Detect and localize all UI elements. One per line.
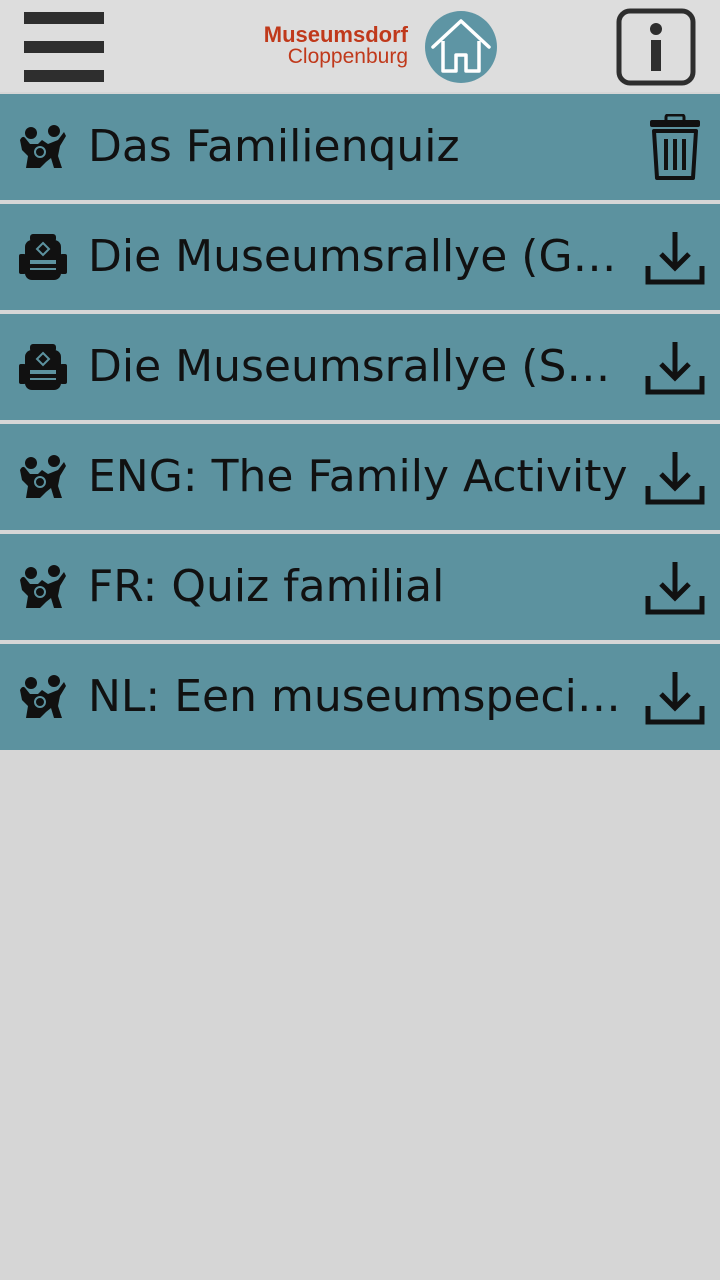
download-icon[interactable] xyxy=(640,224,710,290)
download-icon[interactable] xyxy=(640,554,710,620)
item-title: Die Museumsrallye (Grundschule) xyxy=(88,231,628,282)
item-title: ENG: The Family Activity xyxy=(88,451,628,502)
family-icon xyxy=(20,675,66,718)
trash-icon[interactable] xyxy=(640,114,710,180)
info-button[interactable] xyxy=(616,8,696,86)
brand-logo: Museumsdorf Cloppenburg xyxy=(240,10,500,84)
item-title: FR: Quiz familial xyxy=(88,561,445,612)
download-icon[interactable] xyxy=(640,334,710,400)
info-icon xyxy=(616,8,696,86)
quiz-list: Das Familienquiz Die Museumsrallye (Grun… xyxy=(0,94,720,754)
list-item[interactable]: ENG: The Family Activity xyxy=(0,424,720,530)
list-item[interactable]: Das Familienquiz xyxy=(0,94,720,200)
item-title: NL: Een museumspeciaal xyxy=(88,671,628,722)
family-icon xyxy=(20,565,66,608)
download-icon[interactable] xyxy=(640,664,710,730)
backpack-icon xyxy=(19,344,67,390)
menu-button[interactable] xyxy=(24,12,104,82)
brand-line1: Museumsdorf xyxy=(263,22,408,47)
family-icon xyxy=(20,455,66,498)
download-icon[interactable] xyxy=(640,444,710,510)
hamburger-menu-icon xyxy=(24,12,104,24)
list-item[interactable]: Die Museumsrallye (Sekundarstufe) xyxy=(0,314,720,420)
list-item[interactable]: Die Museumsrallye (Grundschule) xyxy=(0,204,720,310)
app-header: Museumsdorf Cloppenburg xyxy=(0,0,720,92)
hamburger-menu-icon xyxy=(24,41,104,53)
backpack-icon xyxy=(19,234,67,280)
brand-name: Museumsdorf Cloppenburg xyxy=(240,24,408,68)
item-title: Das Familienquiz xyxy=(88,121,460,172)
home-icon xyxy=(431,19,491,73)
list-item[interactable]: NL: Een museumspeciaal xyxy=(0,644,720,750)
family-icon xyxy=(20,125,66,168)
hamburger-menu-icon xyxy=(24,70,104,82)
home-button[interactable] xyxy=(425,11,497,83)
brand-line2: Cloppenburg xyxy=(287,45,408,68)
list-item[interactable]: FR: Quiz familial xyxy=(0,534,720,640)
item-title: Die Museumsrallye (Sekundarstufe) xyxy=(88,341,628,392)
